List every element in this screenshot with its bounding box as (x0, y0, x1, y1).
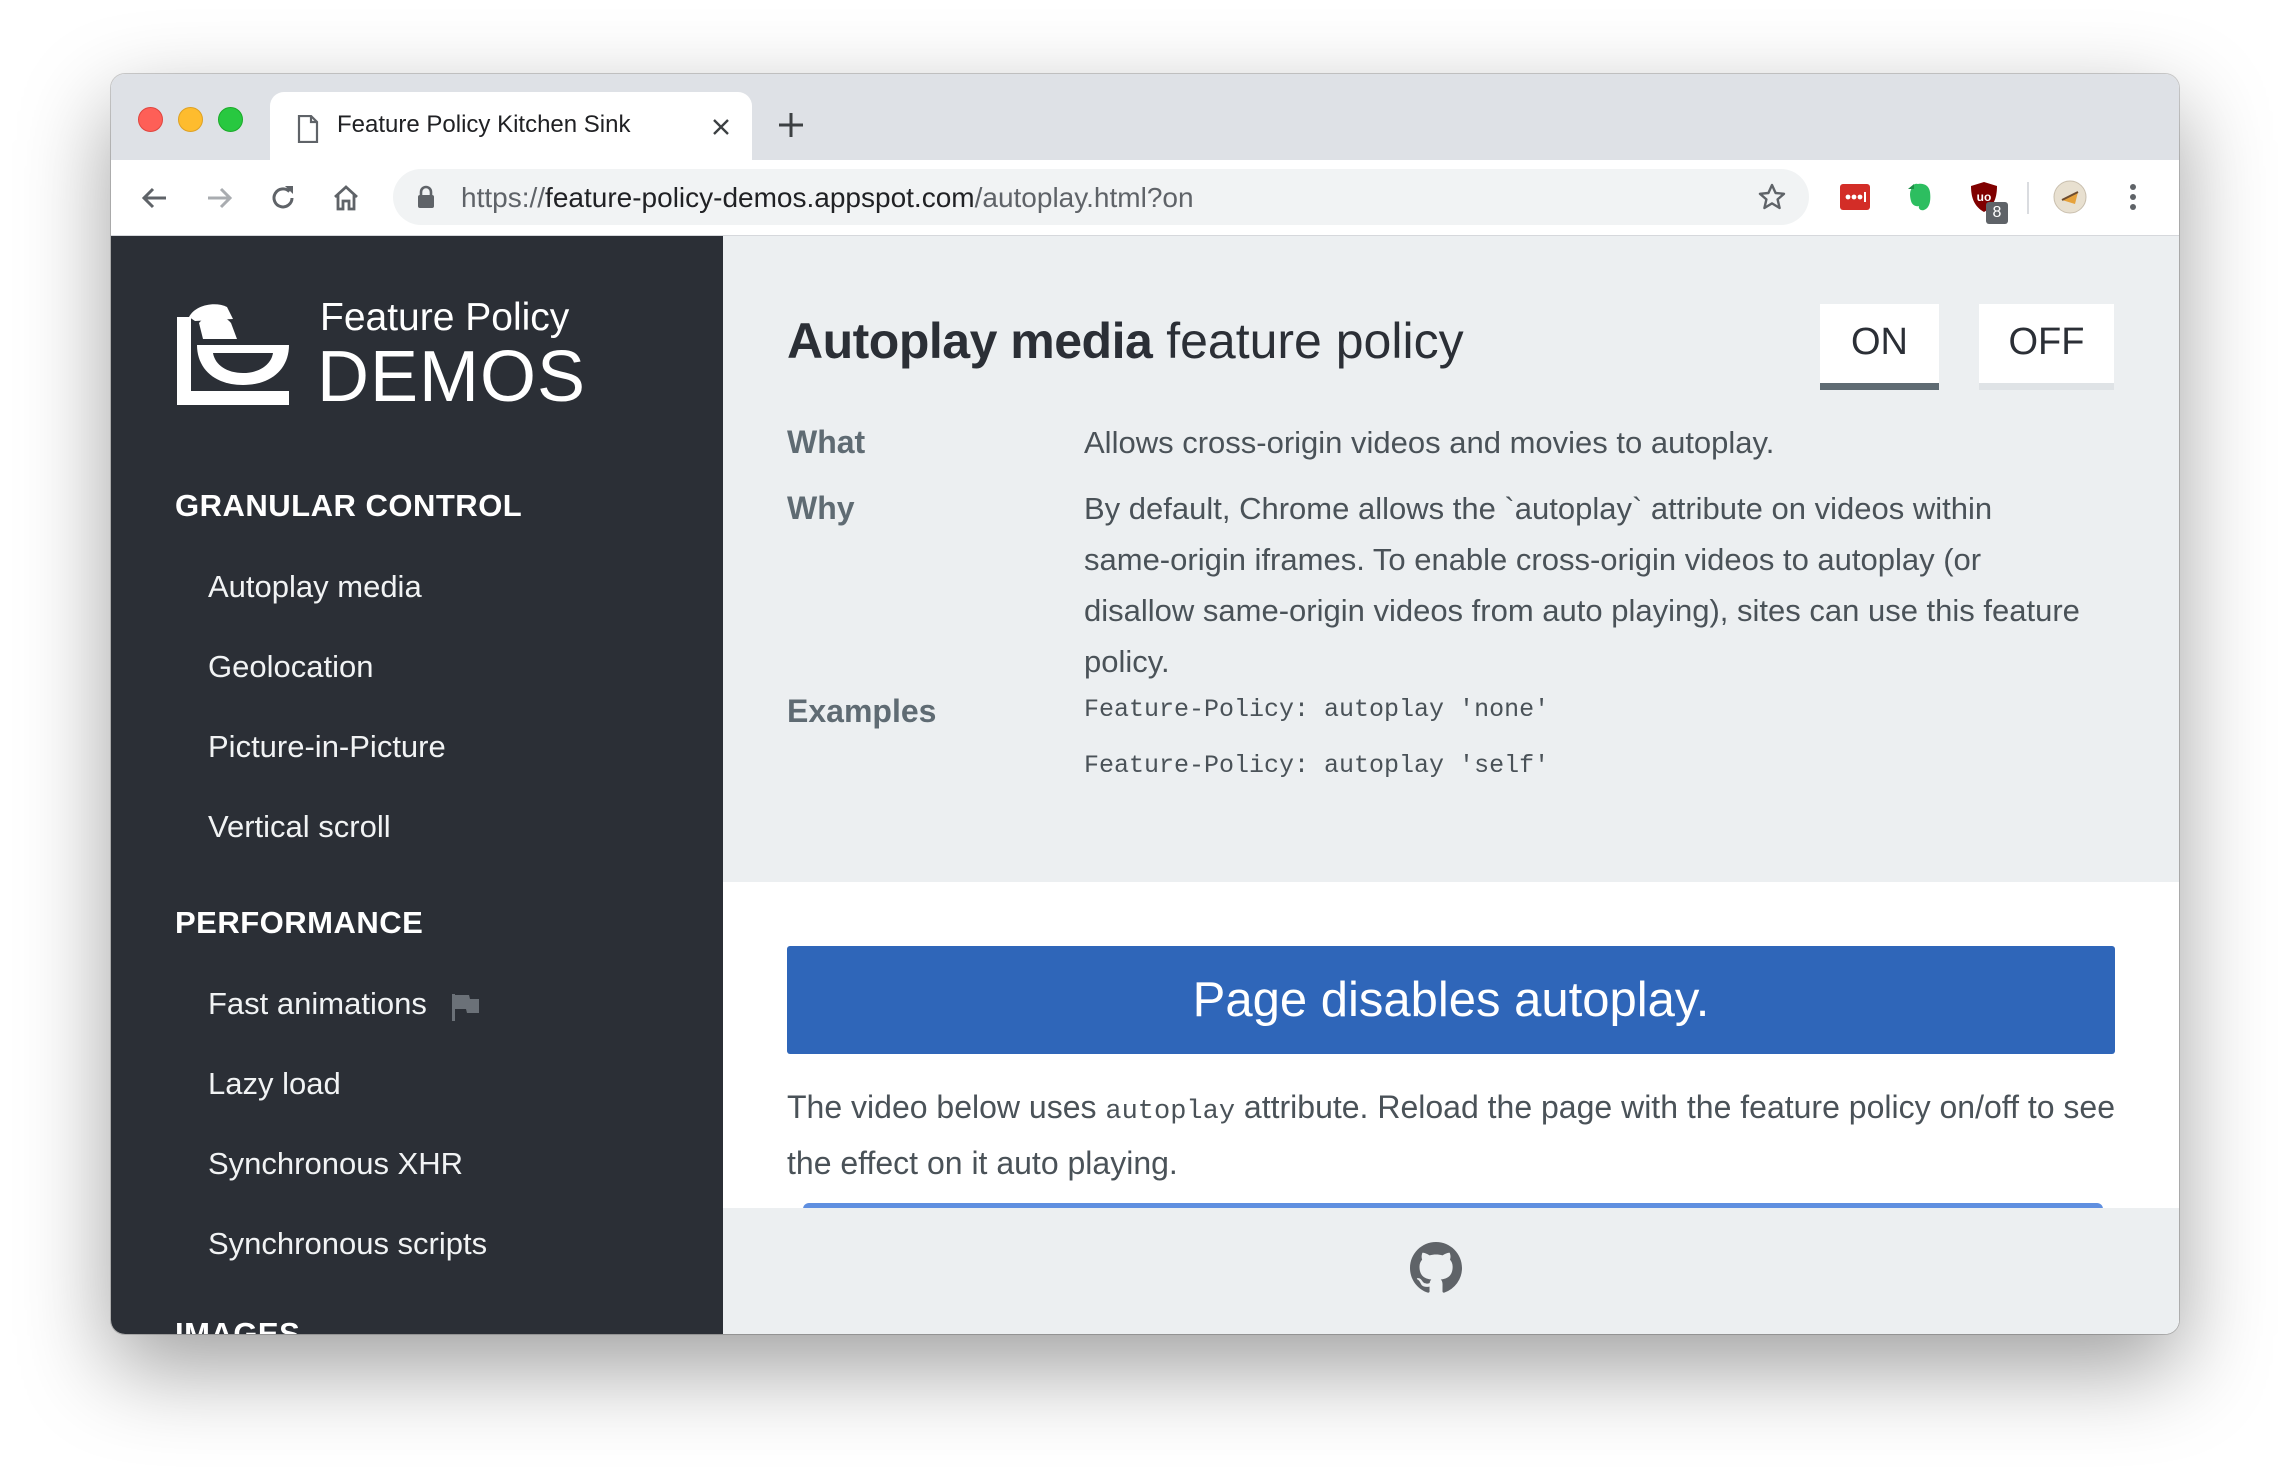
back-icon[interactable] (139, 182, 171, 214)
sidebar-item-synchronous-scripts[interactable]: Synchronous scripts (208, 1226, 487, 1262)
why-text: By default, Chrome allows the `autoplay`… (1084, 491, 2080, 679)
extension-badge: 8 (1986, 202, 2008, 224)
tab-title: Feature Policy Kitchen Sink (337, 111, 631, 138)
sidebar-item-autoplay-media[interactable]: Autoplay media (208, 569, 422, 605)
browser-window: Feature Policy Kitchen Sink https://feat… (111, 74, 2179, 1334)
sidebar-item-picture-in-picture[interactable]: Picture-in-Picture (208, 729, 446, 765)
toggle-off-button[interactable]: OFF (1979, 304, 2114, 390)
what-label: What (787, 424, 866, 460)
why-label: Why (787, 490, 855, 526)
close-window-button[interactable] (138, 107, 163, 132)
description-text: The video below uses autoplay attribute.… (787, 1082, 2127, 1189)
zoom-window-button[interactable] (218, 107, 243, 132)
status-banner: Page disables autoplay. (787, 946, 2115, 1054)
url-host: feature-policy-demos.appspot.com (545, 182, 975, 213)
desc-part: The video below uses (787, 1089, 1106, 1125)
profile-icon[interactable] (2053, 180, 2087, 214)
menu-icon[interactable] (2116, 180, 2150, 214)
nav-heading-images: IMAGES (175, 1316, 301, 1334)
sidebar: Feature Policy DEMOS GRANULAR CONTROL Au… (111, 236, 723, 1334)
lastpass-icon[interactable] (1838, 180, 1872, 214)
close-icon[interactable] (708, 114, 734, 140)
url-path: /autoplay.html?on (974, 182, 1194, 213)
toggle-on-button[interactable]: ON (1820, 304, 1939, 390)
plus-icon[interactable] (776, 110, 806, 140)
sidebar-item-fast-animations[interactable]: Fast animations (208, 986, 427, 1022)
example-code-line: Feature-Policy: autoplay 'none' (1084, 695, 1550, 724)
policy-panel: Autoplay media feature policy ON OFF Wha… (723, 236, 2179, 882)
policy-name: Autoplay media (787, 313, 1153, 369)
examples-label: Examples (787, 693, 937, 729)
home-icon[interactable] (330, 182, 362, 214)
forward-icon[interactable] (203, 182, 235, 214)
footer (723, 1208, 2179, 1334)
toolbar-separator (2027, 182, 2029, 214)
minimize-window-button[interactable] (178, 107, 203, 132)
sidebar-item-synchronous-xhr[interactable]: Synchronous XHR (208, 1146, 463, 1182)
nav-heading-performance: PERFORMANCE (175, 905, 424, 940)
page-title: Autoplay media feature policy (787, 312, 1464, 370)
document-icon (297, 115, 319, 143)
address-bar[interactable]: https://feature-policy-demos.appspot.com… (393, 169, 1809, 225)
brand-subtitle: DEMOS (317, 337, 587, 417)
what-text: Allows cross-origin videos and movies to… (1084, 425, 1775, 460)
browser-toolbar: https://feature-policy-demos.appspot.com… (111, 160, 2179, 236)
policy-title-suffix: feature policy (1152, 313, 1464, 369)
tab-strip: Feature Policy Kitchen Sink (111, 74, 2179, 160)
example-code-line: Feature-Policy: autoplay 'self' (1084, 751, 1550, 780)
github-icon[interactable] (1410, 1242, 1462, 1294)
sidebar-item-geolocation[interactable]: Geolocation (208, 649, 373, 685)
url-text[interactable]: https://feature-policy-demos.appspot.com… (461, 182, 1194, 214)
url-scheme: https:// (461, 182, 546, 213)
browser-tab[interactable]: Feature Policy Kitchen Sink (270, 92, 752, 160)
flag-icon (452, 994, 479, 1021)
sidebar-item-lazy-load[interactable]: Lazy load (208, 1066, 341, 1102)
sidebar-item-vertical-scroll[interactable]: Vertical scroll (208, 809, 391, 845)
lock-icon (418, 185, 434, 208)
brand-title: Feature Policy (320, 296, 570, 339)
main-content: Autoplay media feature policy ON OFF Wha… (723, 236, 2179, 1334)
nav-heading-granular-control: GRANULAR CONTROL (175, 488, 523, 523)
reload-icon[interactable] (267, 182, 299, 214)
star-icon[interactable] (1757, 182, 1787, 212)
inline-code: autoplay (1105, 1097, 1236, 1127)
evernote-icon[interactable] (1903, 180, 1937, 214)
chef-logo-icon[interactable] (175, 299, 291, 407)
